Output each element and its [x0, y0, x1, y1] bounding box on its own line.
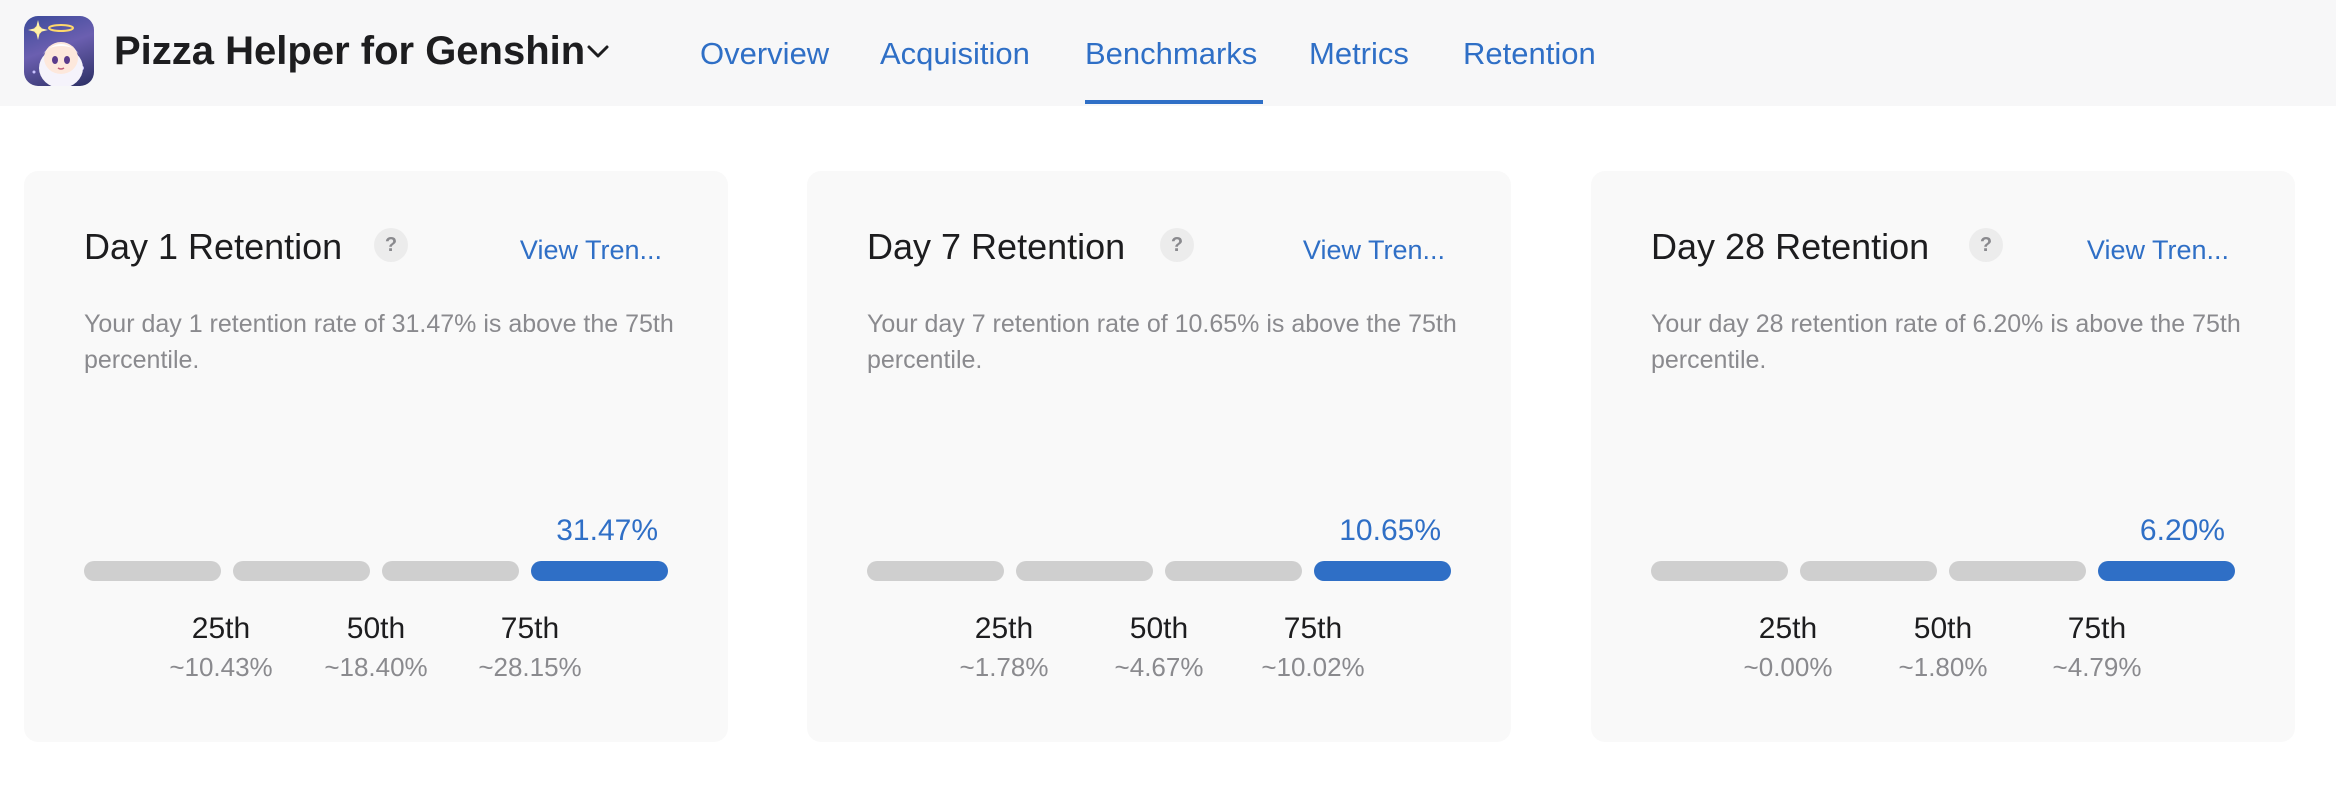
- retention-value: 31.47%: [556, 514, 658, 547]
- card-description: Your day 28 retention rate of 6.20% is a…: [1651, 310, 2241, 374]
- percentile-bar: [867, 561, 1453, 583]
- percentile-label: 50th: [1913, 612, 1973, 645]
- tab-benchmarks[interactable]: Benchmarks: [1085, 34, 1257, 74]
- retention-value: 10.65%: [1339, 514, 1441, 547]
- day-28-retention-card: Day 28 Retention ? View Tren... Your day…: [1591, 171, 2295, 742]
- percentile-value: ~1.80%: [1898, 652, 1988, 682]
- bar-segment-50th-75th: [1949, 561, 2086, 581]
- bar-segment-below-25th: [84, 561, 221, 581]
- percentile-value: ~28.15%: [478, 652, 582, 682]
- percentile-label: 75th: [500, 612, 560, 645]
- percentile-label: 25th: [191, 612, 251, 645]
- day-7-retention-card: Day 7 Retention ? View Tren... Your day …: [807, 171, 1511, 742]
- card-description: Your day 7 retention rate of 10.65% is a…: [867, 310, 1457, 374]
- app-icon[interactable]: [24, 16, 94, 86]
- percentile-bar: [1651, 561, 2237, 583]
- card-description: Your day 1 retention rate of 31.47% is a…: [84, 310, 674, 374]
- active-tab-indicator: [1085, 100, 1263, 104]
- bar-segment-above-75th: [2098, 561, 2235, 581]
- retention-value: 6.20%: [2139, 514, 2225, 547]
- bar-segment-below-25th: [1651, 561, 1788, 581]
- percentile-label: 75th: [1283, 612, 1343, 645]
- percentile-value: ~4.79%: [2052, 652, 2142, 682]
- bar-segment-25th-50th: [233, 561, 370, 581]
- percentile-label: 50th: [1129, 612, 1189, 645]
- view-trend-link[interactable]: View Tren...: [1303, 233, 1445, 267]
- percentile-bar: [84, 561, 670, 583]
- percentile-value: ~10.02%: [1261, 652, 1365, 682]
- bar-segment-50th-75th: [1165, 561, 1302, 581]
- view-trend-link[interactable]: View Tren...: [2087, 233, 2229, 267]
- chevron-down-icon[interactable]: [584, 38, 612, 66]
- bar-segment-25th-50th: [1016, 561, 1153, 581]
- tab-retention[interactable]: Retention: [1463, 34, 1596, 74]
- percentile-value: ~18.40%: [324, 652, 428, 682]
- bar-segment-50th-75th: [382, 561, 519, 581]
- percentile-value: ~4.67%: [1114, 652, 1204, 682]
- view-trend-link[interactable]: View Tren...: [520, 233, 662, 267]
- tab-metrics[interactable]: Metrics: [1309, 34, 1409, 74]
- bar-segment-above-75th: [1314, 561, 1451, 581]
- card-title: Day 1 Retention: [84, 226, 343, 267]
- tab-overview[interactable]: Overview: [700, 34, 829, 74]
- bar-segment-above-75th: [531, 561, 668, 581]
- app-name[interactable]: Pizza Helper for Genshin: [114, 26, 585, 76]
- percentile-value: ~10.43%: [169, 652, 273, 682]
- top-navigation-bar: Pizza Helper for Genshin Overview Acquis…: [0, 0, 2336, 106]
- bar-segment-below-25th: [867, 561, 1004, 581]
- bar-segment-25th-50th: [1800, 561, 1937, 581]
- percentile-value: ~0.00%: [1743, 652, 1833, 682]
- tab-acquisition[interactable]: Acquisition: [880, 34, 1030, 74]
- percentile-label: 50th: [346, 612, 406, 645]
- help-icon[interactable]: ?: [1160, 228, 1194, 262]
- card-title: Day 28 Retention: [1651, 226, 1930, 267]
- help-icon[interactable]: ?: [1969, 228, 2003, 262]
- percentile-label: 25th: [1758, 612, 1818, 645]
- percentile-label: 25th: [974, 612, 1034, 645]
- percentile-value: ~1.78%: [959, 652, 1049, 682]
- day-1-retention-card: Day 1 Retention ? View Tren... Your day …: [24, 171, 728, 742]
- help-icon[interactable]: ?: [374, 228, 408, 262]
- percentile-label: 75th: [2067, 612, 2127, 645]
- card-title: Day 7 Retention: [867, 226, 1126, 267]
